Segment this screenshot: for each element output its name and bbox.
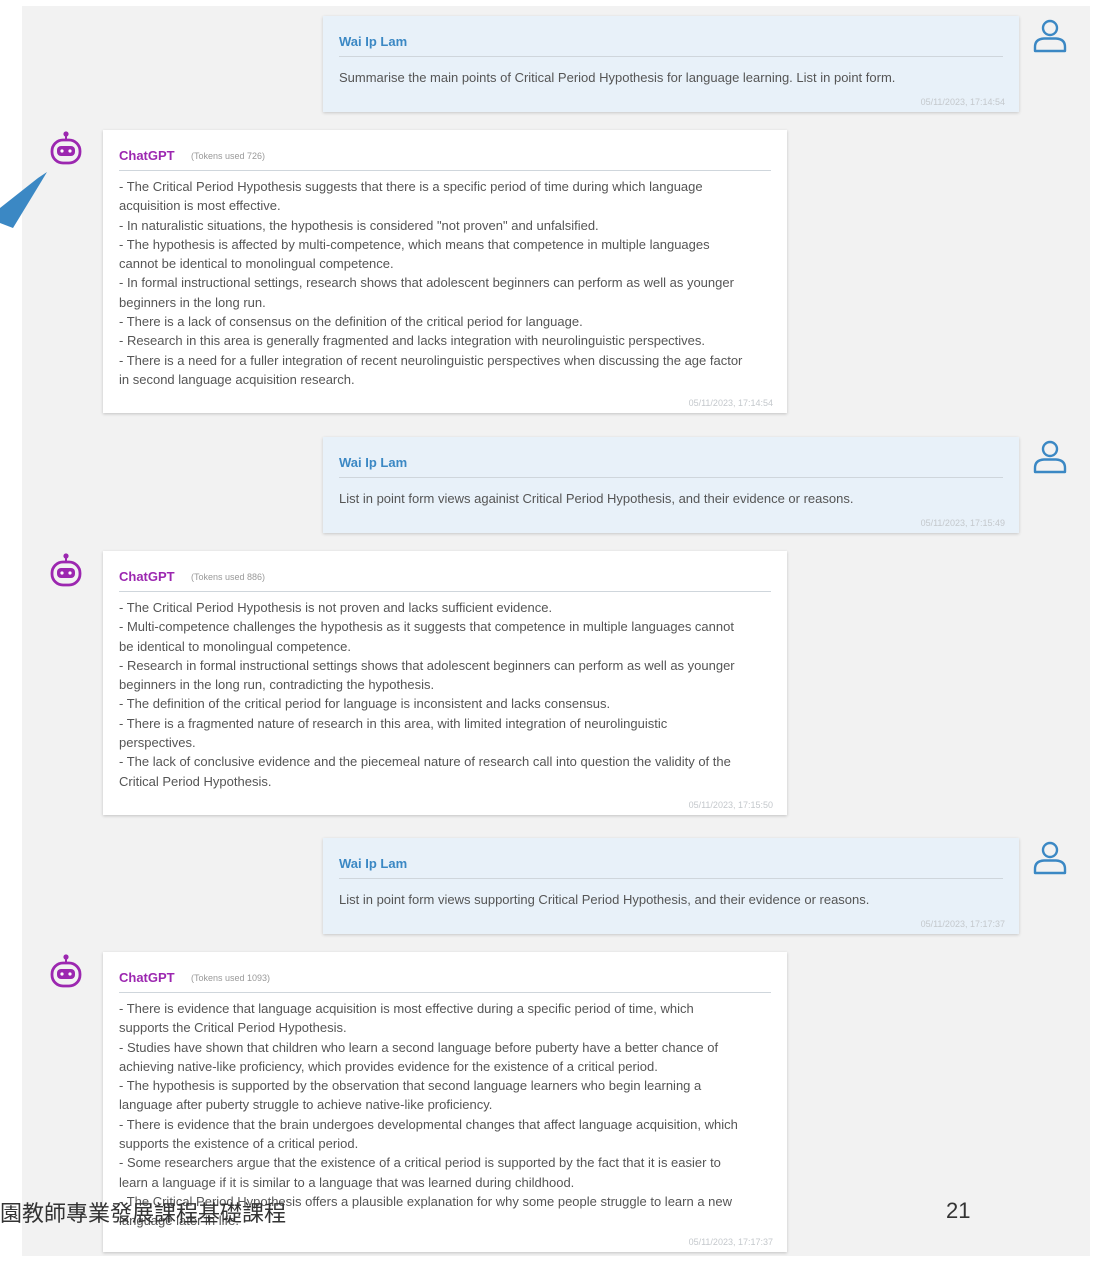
user-message: Wai Ip Lam List in point form views supp… [323, 838, 1019, 934]
message-header: Wai Ip Lam [339, 30, 1003, 57]
robot-avatar-icon [50, 954, 82, 988]
tokens-used: (Tokens used 726) [191, 151, 266, 161]
message-text: Summarise the main points of Critical Pe… [339, 70, 896, 85]
message-text: List in point form views supporting Crit… [339, 892, 870, 907]
author-name: Wai Ip Lam [339, 455, 408, 470]
message-text: - The Critical Period Hypothesis is not … [119, 600, 735, 789]
author-name: ChatGPT [119, 569, 175, 584]
message-timestamp: 05/11/2023, 17:15:50 [688, 800, 773, 810]
message-timestamp: 05/11/2023, 17:14:54 [688, 398, 773, 408]
author-name: ChatGPT [119, 970, 175, 985]
message-text: List in point form views againist Critic… [339, 491, 854, 506]
user-avatar-icon [1033, 19, 1067, 53]
callout-arrow [0, 172, 47, 228]
message-text: - The Critical Period Hypothesis suggest… [119, 179, 743, 387]
message-header: Wai Ip Lam [339, 852, 1003, 879]
slide-footer-text: 園教師專業發展課程基礎課程 [0, 1202, 287, 1227]
chatgpt-message: ChatGPT (Tokens used 886) - The Critical… [103, 551, 787, 815]
user-message: Wai Ip Lam Summarise the main points of … [323, 16, 1019, 112]
chatgpt-message: ChatGPT (Tokens used 726) - The Critical… [103, 130, 787, 413]
author-name: ChatGPT [119, 148, 175, 163]
message-header: ChatGPT (Tokens used 886) [119, 565, 771, 592]
robot-avatar-icon [50, 553, 82, 587]
message-timestamp: 05/11/2023, 17:17:37 [688, 1237, 773, 1247]
tokens-used: (Tokens used 1093) [191, 973, 271, 983]
robot-avatar-icon [50, 131, 82, 165]
message-timestamp: 05/11/2023, 17:17:37 [920, 919, 1005, 929]
slide-page-number: 21 [946, 1198, 971, 1223]
message-header: Wai Ip Lam [339, 451, 1003, 478]
tokens-used: (Tokens used 886) [191, 572, 266, 582]
message-timestamp: 05/11/2023, 17:15:49 [920, 518, 1005, 528]
user-avatar-icon [1033, 841, 1067, 875]
author-name: Wai Ip Lam [339, 856, 408, 871]
message-timestamp: 05/11/2023, 17:14:54 [920, 97, 1005, 107]
message-header: ChatGPT (Tokens used 726) [119, 144, 771, 171]
author-name: Wai Ip Lam [339, 34, 408, 49]
message-header: ChatGPT (Tokens used 1093) [119, 966, 771, 993]
user-avatar-icon [1033, 440, 1067, 474]
user-message: Wai Ip Lam List in point form views agai… [323, 437, 1019, 533]
chat-panel: Wai Ip Lam Summarise the main points of … [22, 6, 1090, 1256]
